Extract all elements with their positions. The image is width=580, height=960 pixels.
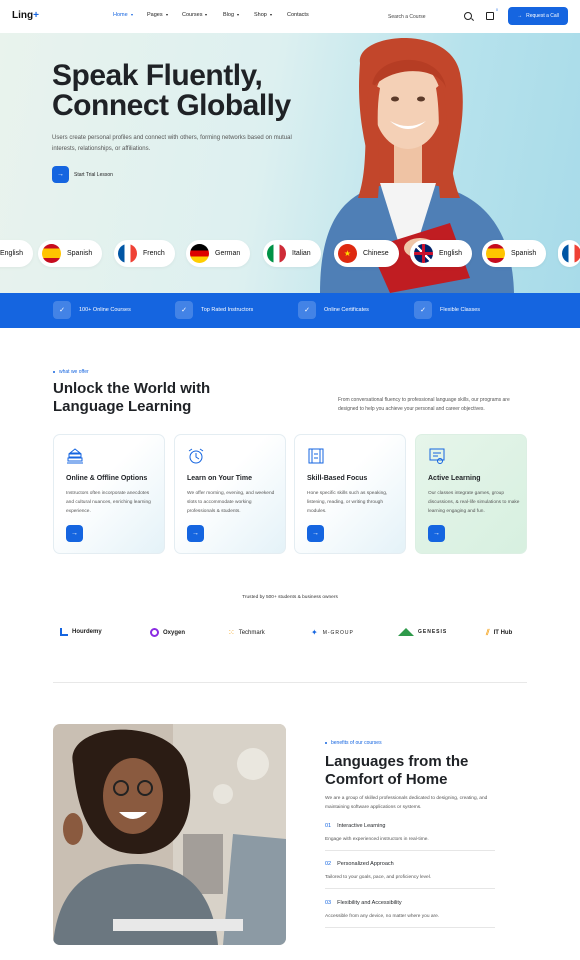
feature-item: ✓ Flexible Classes [414,301,480,319]
brand-logo: Hourdemy [60,628,102,636]
cart-icon[interactable]: 0 [486,8,498,20]
language-pill[interactable] [558,240,580,267]
card-text: Hone specific skills such as speaking, l… [307,491,388,514]
request-call-button[interactable]: → Request a Call [508,7,568,25]
spain-flag-icon [42,244,61,263]
germany-flag-icon [190,244,209,263]
benefit-item: 02 Personalized Approach Tailored to your… [325,861,495,889]
genesis-logo-icon [398,628,414,636]
card-arrow-button[interactable]: → [307,525,324,542]
trusted-label: Trusted by 500+ students & business owne… [242,595,338,600]
check-icon: ✓ [175,301,193,319]
hourdemy-logo-icon [60,628,68,636]
nav-pages[interactable]: Pages [147,12,168,18]
chevron-down-icon [165,14,168,16]
feature-item: ✓ Online Certificates [298,301,369,319]
check-icon: ✓ [53,301,71,319]
check-icon: ✓ [414,301,432,319]
start-trial-button[interactable]: → Start Trial Lesson [52,166,113,183]
card-text: Instructors often incorporate anecdotes … [66,491,151,514]
language-pill[interactable]: Spanish [482,240,547,267]
card-title: Learn on Your Time [187,475,252,482]
offer-card: Learn on Your Time We offer morning, eve… [174,434,286,554]
nav-home[interactable]: Home [113,12,133,18]
search-input[interactable]: Search a Course [388,11,476,23]
books-icon [67,448,83,464]
section-title: Unlock the World with Language Learning [53,380,211,415]
ithub-logo-icon: ⫽ [486,628,490,637]
italy-flag-icon [267,244,286,263]
hero-title: Speak Fluently, Connect Globally [52,59,291,122]
logo[interactable]: Ling+ [12,10,39,21]
techmark-logo-icon: ⁙ [228,628,235,637]
card-title: Online & Offline Options [66,475,148,482]
language-pill[interactable]: English [0,240,33,267]
item-divider [325,927,495,928]
alarm-clock-icon [188,448,204,464]
france-flag-icon [562,244,580,263]
language-pill[interactable]: Italian [263,240,321,267]
uk-flag-icon [414,244,433,263]
arrow-right-icon: → [517,13,523,19]
brand-logo: ✦ M-GROUP [311,628,354,637]
language-pill[interactable]: French [114,240,175,267]
item-divider [325,888,495,889]
feature-item: ✓ Top Rated Instructors [175,301,253,319]
section-lead: From conversational fluency to professio… [338,397,510,412]
mgroup-logo-icon: ✦ [311,628,319,637]
offer-card: Active Learning Our classes integrate ga… [415,434,527,554]
section-divider [53,682,527,683]
item-divider [325,850,495,851]
top-nav: Ling+ Home Pages Courses Blog Shop Conta… [0,0,580,33]
certificate-icon [429,448,445,464]
feature-item: ✓ 100+ Online Courses [53,301,131,319]
card-title: Skill-Based Focus [307,475,368,482]
china-flag-icon: ★ [338,244,357,263]
language-pill[interactable]: German [186,240,251,267]
card-arrow-button[interactable]: → [187,525,204,542]
section-title: Languages from the Comfort of Home [325,753,469,788]
language-carousel: English Spanish French German Italian ★ … [0,240,580,270]
benefit-item: 01 Interactive Learning Engage with exper… [325,823,495,851]
benefit-item: 03 Flexibility and Accessibility Accessib… [325,900,495,928]
hero-description: Users create personal profiles and conne… [52,135,292,152]
chevron-down-icon [237,14,240,16]
offer-card: Online & Offline Options Instructors oft… [53,434,165,554]
card-arrow-button[interactable]: → [66,525,83,542]
nav-contacts[interactable]: Contacts [287,12,309,18]
brand-logo: ⁙ Techmark [228,628,265,637]
cart-badge: 0 [496,8,498,12]
chevron-down-icon [269,14,272,16]
language-pill[interactable]: English [410,240,472,267]
card-arrow-button[interactable]: → [428,525,445,542]
section-tag: what we offer [53,369,89,375]
offer-card: Skill-Based Focus Hone specific skills s… [294,434,406,554]
oxygen-logo-icon [150,628,159,637]
section-lead: We are a group of skilled professionals … [325,796,488,810]
nav-blog[interactable]: Blog [223,12,240,18]
nav-shop[interactable]: Shop [254,12,272,18]
search-icon[interactable] [464,12,472,20]
chevron-down-icon [130,14,133,16]
card-text: We offer morning, evening, and weekend s… [187,491,275,514]
france-flag-icon [118,244,137,263]
card-title: Active Learning [428,475,481,482]
section-tag: benefits of our courses [325,740,382,746]
student-laptop-image [53,724,286,945]
arrow-right-icon: → [52,166,69,183]
language-pill[interactable]: ★ Chinese [334,240,399,267]
language-pill[interactable]: Spanish [38,240,103,267]
brand-logo: GENESIS [398,628,447,636]
card-text: Our classes integrate games, group discu… [428,491,520,514]
brand-logo: ⫽ IT Hub [486,628,513,637]
chevron-down-icon [205,14,208,16]
check-icon: ✓ [298,301,316,319]
spain-flag-icon [486,244,505,263]
brand-logo: Oxygen [150,628,185,637]
hero-section: Speak Fluently, Connect Globally Users cr… [0,33,580,293]
film-strip-icon [308,448,324,464]
nav-courses[interactable]: Courses [182,12,208,18]
features-bar: ✓ 100+ Online Courses ✓ Top Rated Instruct… [0,293,580,328]
